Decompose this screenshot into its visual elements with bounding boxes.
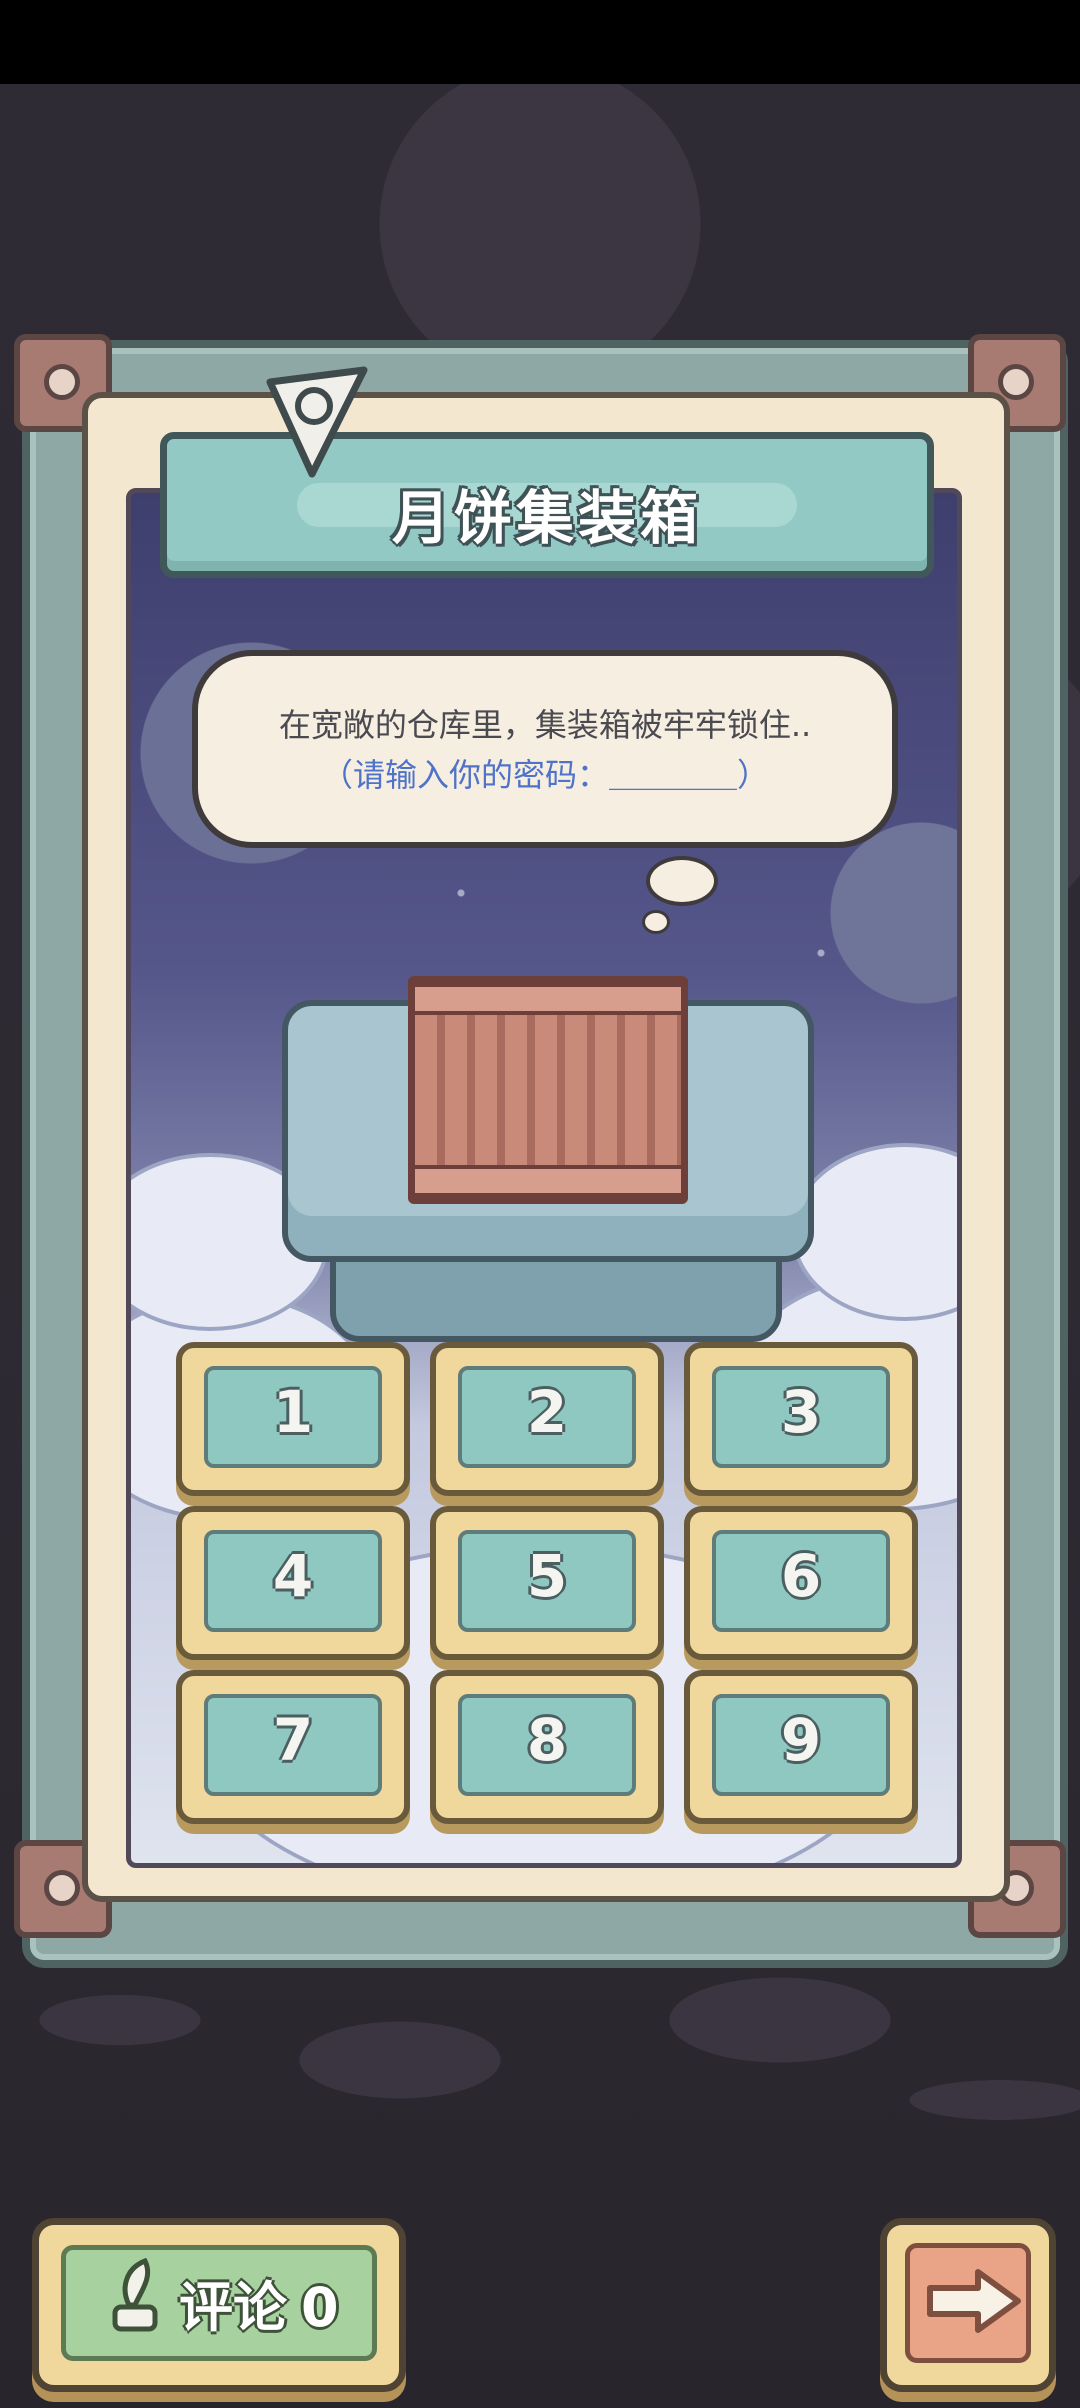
keypad-button-3[interactable]: 3: [684, 1342, 918, 1496]
next-button-face: [905, 2243, 1031, 2363]
comment-count: 0: [301, 2276, 339, 2339]
next-button[interactable]: [880, 2218, 1056, 2392]
thought-dot: [642, 910, 670, 934]
keypad-button-1[interactable]: 1: [176, 1342, 410, 1496]
key-label: 2: [526, 1378, 568, 1446]
key-label: 3: [780, 1378, 822, 1446]
arrow-right-icon: [927, 2269, 1021, 2333]
keypad-button-7[interactable]: 7: [176, 1670, 410, 1824]
puzzle-title: 月饼集装箱: [391, 484, 702, 552]
key-label: 8: [526, 1706, 568, 1774]
keypad-button-2[interactable]: 2: [430, 1342, 664, 1496]
comment-button[interactable]: 评论 0: [32, 2218, 406, 2392]
feather-icon: [112, 2257, 158, 2332]
key-label: 7: [272, 1706, 314, 1774]
key-label: 1: [272, 1378, 314, 1446]
status-bar: [0, 0, 1080, 84]
keypad-button-9[interactable]: 9: [684, 1670, 918, 1824]
crate-bar: [415, 983, 681, 1015]
keypad-button-5[interactable]: 5: [430, 1506, 664, 1660]
keypad-button-6[interactable]: 6: [684, 1506, 918, 1660]
bubble-description: 在宽敞的仓库里，集装箱被牢牢锁住..: [278, 706, 812, 744]
key-label: 4: [272, 1542, 314, 1610]
comment-text: 评论: [179, 2276, 287, 2339]
key-label: 5: [526, 1542, 568, 1610]
key-label: 6: [780, 1542, 822, 1610]
keypad-button-8[interactable]: 8: [430, 1670, 664, 1824]
game-logo-icon: [266, 366, 368, 478]
comment-label: 评论 0: [179, 2263, 339, 2342]
password-prompt: （请输入你的密码：＿＿＿＿）: [320, 756, 769, 794]
key-label: 9: [780, 1706, 822, 1774]
keypad-button-4[interactable]: 4: [176, 1506, 410, 1660]
speech-bubble: 在宽敞的仓库里，集装箱被牢牢锁住.. （请输入你的密码：＿＿＿＿）: [192, 650, 898, 848]
crate-bar: [415, 1165, 681, 1197]
thought-dot: [646, 856, 718, 906]
crate[interactable]: [408, 976, 688, 1204]
